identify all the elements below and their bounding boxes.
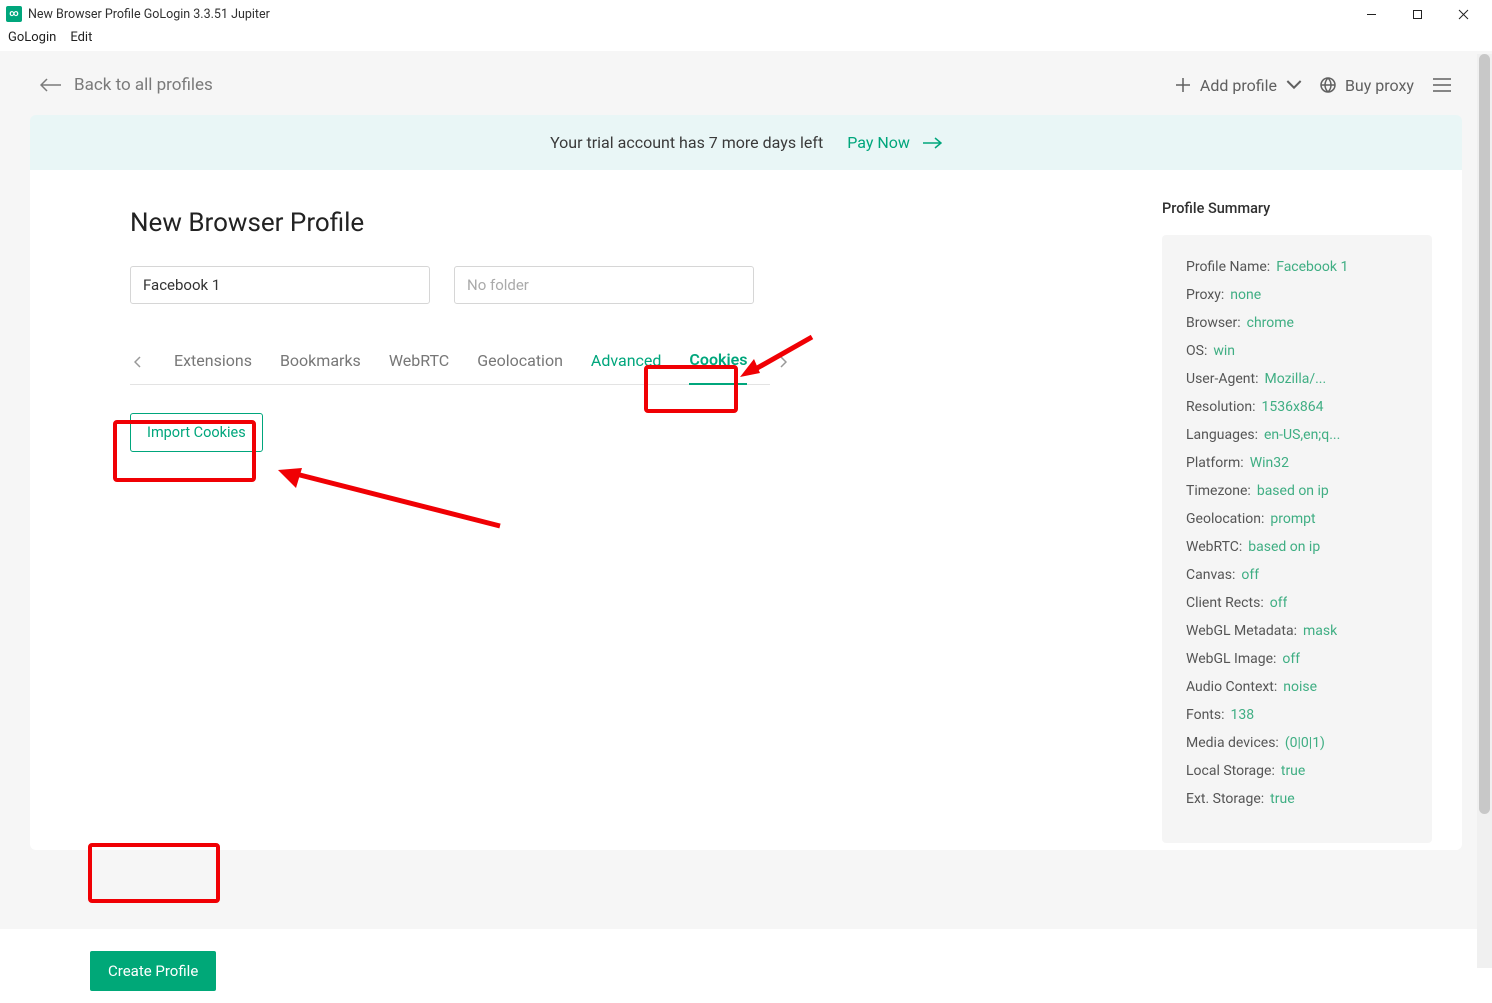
tab-geolocation[interactable]: Geolocation	[477, 351, 563, 384]
back-to-profiles-link[interactable]: Back to all profiles	[40, 75, 213, 95]
summary-timezone: Timezone:based on ip	[1186, 483, 1408, 499]
window-title: New Browser Profile GoLogin 3.3.51 Jupit…	[28, 7, 270, 22]
summary-languages: Languages:en-US,en;q...	[1186, 427, 1408, 443]
summary-profile-name: Profile Name:Facebook 1	[1186, 259, 1408, 275]
scrollbar-thumb[interactable]	[1479, 54, 1490, 814]
title-bar: ∞ New Browser Profile GoLogin 3.3.51 Jup…	[0, 0, 1492, 28]
app-icon: ∞	[6, 6, 22, 22]
buy-proxy-label: Buy proxy	[1345, 76, 1414, 95]
main-card: New Browser Profile Extensions Bookmarks…	[30, 170, 1462, 850]
buy-proxy-button[interactable]: Buy proxy	[1320, 76, 1414, 95]
content-scrollbar[interactable]	[1477, 54, 1492, 968]
summary-platform: Platform:Win32	[1186, 455, 1408, 471]
menu-gologin[interactable]: GoLogin	[8, 30, 56, 45]
trial-banner: Your trial account has 7 more days left …	[30, 115, 1462, 170]
tab-cookies[interactable]: Cookies	[689, 350, 747, 385]
summary-webgl-metadata: WebGL Metadata:mask	[1186, 623, 1408, 639]
summary-geolocation: Geolocation:prompt	[1186, 511, 1408, 527]
tab-advanced[interactable]: Advanced	[591, 351, 662, 384]
form-area: New Browser Profile Extensions Bookmarks…	[30, 200, 1162, 850]
summary-local-storage: Local Storage:true	[1186, 763, 1408, 779]
summary-media-devices: Media devices:(0|0|1)	[1186, 735, 1408, 751]
summary-ua: User-Agent:Mozilla/...	[1186, 371, 1408, 387]
chevron-down-icon	[1286, 77, 1302, 93]
tab-scroll-right[interactable]	[775, 350, 791, 384]
tab-scroll-left[interactable]	[130, 350, 146, 384]
hamburger-icon	[1432, 78, 1452, 92]
top-toolbar: Back to all profiles Add profile Buy pro…	[0, 51, 1492, 115]
add-profile-button[interactable]: Add profile	[1175, 76, 1302, 95]
summary-proxy: Proxy:none	[1186, 287, 1408, 303]
page-title: New Browser Profile	[130, 208, 1122, 238]
arrow-left-icon	[40, 78, 62, 92]
back-label: Back to all profiles	[74, 75, 213, 95]
hamburger-menu-button[interactable]	[1432, 78, 1452, 92]
summary-ext-storage: Ext. Storage:true	[1186, 791, 1408, 807]
summary-box: Profile Name:Facebook 1 Proxy:none Brows…	[1162, 235, 1432, 843]
menu-edit[interactable]: Edit	[70, 30, 92, 45]
tab-bookmarks[interactable]: Bookmarks	[280, 351, 361, 384]
summary-browser: Browser:chrome	[1186, 315, 1408, 331]
folder-input[interactable]	[454, 266, 754, 304]
import-cookies-button[interactable]: Import Cookies	[130, 413, 263, 452]
summary-title: Profile Summary	[1162, 200, 1432, 217]
footer-bar: Create Profile	[0, 929, 1492, 1003]
summary-webrtc: WebRTC:based on ip	[1186, 539, 1408, 555]
summary-client-rects: Client Rects:off	[1186, 595, 1408, 611]
trial-text: Your trial account has 7 more days left	[550, 133, 823, 152]
arrow-right-icon	[922, 137, 942, 149]
window-minimize-button[interactable]	[1348, 0, 1394, 28]
summary-audio-context: Audio Context:noise	[1186, 679, 1408, 695]
create-profile-button[interactable]: Create Profile	[90, 951, 216, 991]
profile-name-input[interactable]	[130, 266, 430, 304]
tabs-wrap: Extensions Bookmarks WebRTC Geolocation …	[130, 350, 770, 385]
summary-panel: Profile Summary Profile Name:Facebook 1 …	[1162, 200, 1462, 850]
pay-now-label: Pay Now	[847, 133, 910, 152]
globe-icon	[1320, 77, 1336, 93]
window-maximize-button[interactable]	[1394, 0, 1440, 28]
tab-webrtc[interactable]: WebRTC	[389, 351, 449, 384]
window-close-button[interactable]	[1440, 0, 1486, 28]
summary-os: OS:win	[1186, 343, 1408, 359]
pay-now-link[interactable]: Pay Now	[847, 133, 942, 152]
input-row	[130, 266, 1122, 304]
plus-icon	[1175, 77, 1191, 93]
summary-webgl-image: WebGL Image:off	[1186, 651, 1408, 667]
tab-extensions[interactable]: Extensions	[174, 351, 252, 384]
add-profile-label: Add profile	[1200, 76, 1277, 95]
summary-resolution: Resolution:1536x864	[1186, 399, 1408, 415]
menu-bar: GoLogin Edit	[0, 28, 1492, 51]
summary-fonts: Fonts:138	[1186, 707, 1408, 723]
summary-canvas: Canvas:off	[1186, 567, 1408, 583]
